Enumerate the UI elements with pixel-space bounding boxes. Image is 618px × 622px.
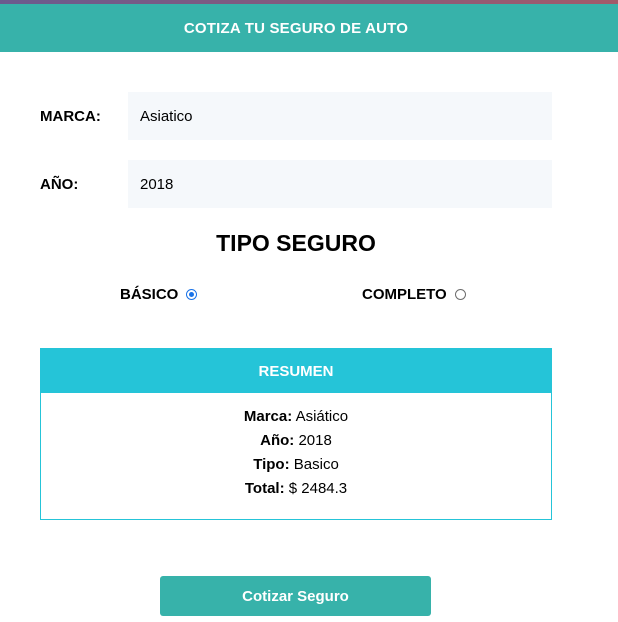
app-header: COTIZA TU SEGURO DE AUTO (0, 4, 618, 52)
anio-label: AÑO: (40, 175, 79, 193)
marca-selected-value: Asiatico (140, 107, 193, 125)
cotizar-button-label: Cotizar Seguro (242, 587, 349, 605)
anio-selected-value: 2018 (140, 175, 174, 193)
radio-completo-input[interactable] (454, 289, 466, 300)
summary-body: Marca: Asiático Año: 2018 Tipo: Basico T… (41, 393, 551, 501)
app-title: COTIZA TU SEGURO DE AUTO (183, 19, 409, 37)
marca-select[interactable]: Asiatico (128, 92, 552, 140)
summary-total-value: $ 2484.3 (288, 480, 348, 497)
cotizar-seguro-button[interactable]: Cotizar Seguro (160, 576, 431, 616)
radio-basico-input[interactable] (186, 289, 198, 300)
summary-card: RESUMEN Marca: Asiático Año: 2018 Tipo: … (40, 348, 552, 520)
summary-total-label: Total: (244, 480, 285, 497)
summary-marca-value: Asiático (295, 408, 349, 425)
radio-option-basico[interactable]: BÁSICO (120, 286, 198, 303)
anio-select[interactable]: 2018 (128, 160, 552, 208)
radio-basico-label: BÁSICO (120, 286, 179, 303)
summary-title: RESUMEN (258, 362, 334, 380)
summary-header: RESUMEN (41, 349, 551, 393)
summary-marca-line: Marca: Asiático (41, 405, 551, 429)
summary-tipo-label: Tipo: (253, 456, 290, 473)
marca-row: MARCA: Asiatico (40, 92, 552, 140)
tipo-seguro-title: TIPO SEGURO (216, 230, 376, 256)
summary-anio-line: Año: 2018 (41, 429, 551, 453)
summary-anio-value: 2018 (298, 432, 332, 449)
radio-completo-label: COMPLETO (362, 286, 447, 303)
radio-option-completo[interactable]: COMPLETO (362, 286, 466, 303)
summary-tipo-value: Basico (293, 456, 339, 473)
marca-label: MARCA: (40, 107, 101, 125)
anio-row: AÑO: 2018 (40, 160, 552, 208)
summary-total-line: Total: $ 2484.3 (41, 477, 551, 501)
summary-tipo-line: Tipo: Basico (41, 453, 551, 477)
summary-anio-label: Año: (260, 432, 295, 449)
summary-marca-label: Marca: (243, 408, 293, 425)
